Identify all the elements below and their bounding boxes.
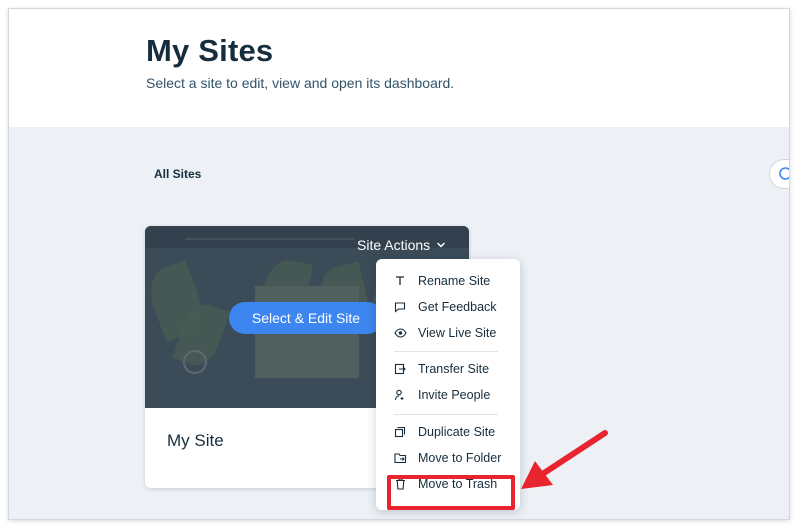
- page-subtitle: Select a site to edit, view and open its…: [146, 75, 455, 91]
- menu-item-view-live-site[interactable]: View Live Site: [376, 320, 520, 346]
- page-header: My Sites Select a site to edit, view and…: [9, 9, 789, 127]
- menu-item-label: Move to Folder: [418, 451, 502, 465]
- menu-item-transfer-site[interactable]: Transfer Site: [376, 356, 520, 382]
- menu-item-label: Invite People: [418, 388, 491, 402]
- text-t-icon: [392, 275, 408, 287]
- menu-divider: [394, 414, 498, 415]
- menu-item-label: Get Feedback: [418, 300, 497, 314]
- menu-divider: [394, 351, 498, 352]
- menu-item-rename-site[interactable]: Rename Site: [376, 268, 520, 294]
- menu-item-get-feedback[interactable]: Get Feedback: [376, 294, 520, 320]
- transfer-icon: [392, 363, 408, 375]
- site-actions-label: Site Actions: [357, 237, 431, 253]
- all-sites-filter[interactable]: All Sites: [154, 167, 201, 181]
- page-title: My Sites: [146, 33, 274, 68]
- annotation-arrow-icon: [521, 430, 608, 489]
- menu-item-label: Rename Site: [418, 274, 491, 288]
- menu-item-label: Transfer Site: [418, 362, 490, 376]
- site-actions-menu: Rename Site Get Feedback View Live Site …: [376, 259, 520, 510]
- menu-item-duplicate-site[interactable]: Duplicate Site: [376, 419, 520, 445]
- menu-item-label: Duplicate Site: [418, 425, 496, 439]
- search-icon: [779, 167, 789, 180]
- menu-item-label: View Live Site: [418, 326, 497, 340]
- highlight-box: [387, 475, 515, 510]
- select-edit-site-button[interactable]: Select & Edit Site: [229, 302, 383, 334]
- invite-person-icon: [392, 389, 408, 401]
- menu-item-move-to-folder[interactable]: Move to Folder: [376, 445, 520, 471]
- search-button[interactable]: [769, 159, 789, 189]
- site-actions-button[interactable]: Site Actions: [357, 237, 446, 253]
- chevron-down-icon: [437, 242, 446, 248]
- menu-item-invite-people[interactable]: Invite People: [376, 382, 520, 408]
- site-name: My Site: [167, 431, 224, 450]
- comment-icon: [392, 301, 408, 313]
- eye-icon: [392, 327, 408, 339]
- folder-move-icon: [392, 452, 408, 464]
- app-frame: My Sites Select a site to edit, view and…: [8, 8, 790, 520]
- duplicate-icon: [392, 426, 408, 438]
